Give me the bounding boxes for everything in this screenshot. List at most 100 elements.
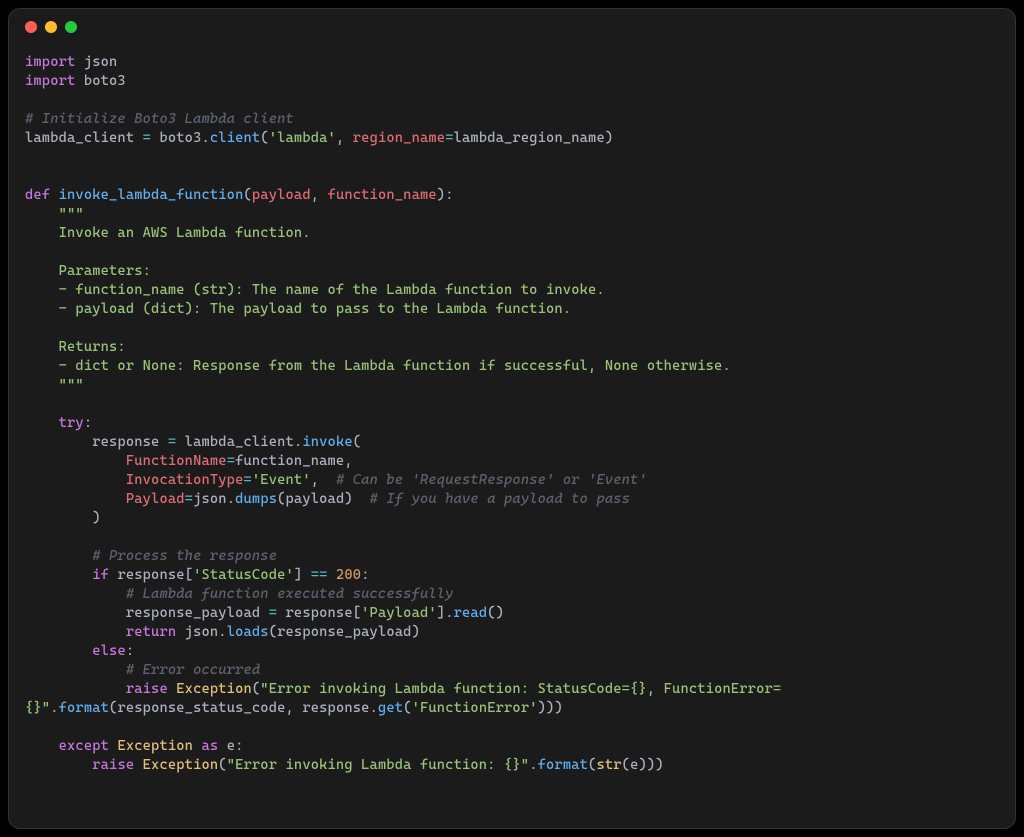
indent: [25, 548, 92, 564]
paren: ))): [638, 757, 663, 773]
ident-json: json: [176, 624, 218, 640]
minimize-icon[interactable]: [45, 21, 57, 33]
comma: ,: [344, 453, 352, 469]
indent: [25, 681, 126, 697]
ident: response: [302, 700, 369, 716]
builtin-str: str: [596, 757, 621, 773]
bracket: ]: [437, 605, 445, 621]
indent: [25, 453, 126, 469]
kwarg-payload: Payload: [126, 491, 185, 507]
code-editor[interactable]: import json import boto3 # Initialize Bo…: [9, 45, 1015, 828]
keyword-if: if: [92, 567, 109, 583]
paren: (: [218, 757, 226, 773]
docstring: - dict or None: Response from the Lambda…: [25, 358, 731, 374]
indent: [25, 757, 92, 773]
ident-boto3: boto3: [151, 130, 201, 146]
keyword-as: as: [201, 738, 218, 754]
function-name: invoke_lambda_function: [50, 187, 243, 203]
space: [328, 567, 336, 583]
colon: :: [235, 738, 243, 754]
op-assign: =: [185, 491, 193, 507]
docstring: """: [25, 206, 84, 222]
indent: [25, 586, 126, 602]
bracket: ]: [294, 567, 311, 583]
paren: ): [344, 491, 369, 507]
param-function-name: function_name: [328, 187, 437, 203]
method-dumps: dumps: [235, 491, 277, 507]
keyword-import: import: [25, 73, 75, 89]
ident: function_name: [235, 453, 344, 469]
kwarg-functionname: FunctionName: [126, 453, 227, 469]
comment: # Lambda function executed successfully: [126, 586, 454, 602]
colon: :: [126, 643, 134, 659]
method-format: format: [59, 700, 109, 716]
comma: ,: [311, 472, 336, 488]
ident: payload: [286, 491, 345, 507]
var-lambda-client: lambda_client: [25, 130, 143, 146]
window-titlebar: [9, 9, 1015, 45]
indent: [25, 605, 126, 621]
indent: [25, 491, 126, 507]
indent: [25, 643, 92, 659]
indent: [25, 472, 126, 488]
method-invoke: invoke: [302, 434, 352, 450]
string-literal: 'lambda': [269, 130, 336, 146]
docstring: - payload (dict): The payload to pass to…: [25, 301, 571, 317]
var: response_payload: [126, 605, 269, 621]
maximize-icon[interactable]: [65, 21, 77, 33]
class-exception: Exception: [134, 757, 218, 773]
number-literal: 200: [336, 567, 361, 583]
keyword-except: except: [59, 738, 109, 754]
kwarg-region-name: region_name: [353, 130, 445, 146]
ident: e: [218, 738, 235, 754]
comma: ,: [311, 187, 328, 203]
paren: (: [269, 624, 277, 640]
op-assign: =: [269, 605, 277, 621]
paren: (: [353, 434, 361, 450]
dot: .: [218, 624, 226, 640]
comment: # Initialize Boto3 Lambda client: [25, 111, 294, 127]
dot: .: [529, 757, 537, 773]
paren: ):: [437, 187, 454, 203]
string-literal: 'StatusCode': [193, 567, 294, 583]
var-response: response: [92, 434, 168, 450]
op-assign: =: [227, 453, 235, 469]
op-assign: =: [244, 472, 252, 488]
colon: :: [361, 567, 369, 583]
docstring: - function_name (str): The name of the L…: [25, 282, 605, 298]
indent: [25, 738, 59, 754]
paren: (: [244, 187, 252, 203]
paren: (: [403, 700, 411, 716]
keyword-import: import: [25, 54, 75, 70]
ident: response: [277, 605, 353, 621]
paren: (: [260, 130, 268, 146]
keyword-raise: raise: [92, 757, 134, 773]
op-assign: =: [445, 130, 453, 146]
colon: :: [84, 415, 92, 431]
ident: lambda_client: [176, 434, 294, 450]
paren: (: [622, 757, 630, 773]
indent: [25, 662, 126, 678]
keyword-else: else: [92, 643, 126, 659]
keyword-try: try: [25, 415, 84, 431]
string-literal: 'Payload': [361, 605, 437, 621]
bracket: [: [353, 605, 361, 621]
method-loads: loads: [227, 624, 269, 640]
op-assign: =: [143, 130, 151, 146]
module-boto3: boto3: [75, 73, 125, 89]
string-literal: "Error invoking Lambda function: {}": [227, 757, 530, 773]
close-icon[interactable]: [25, 21, 37, 33]
keyword-raise: raise: [126, 681, 168, 697]
docstring: Returns:: [25, 339, 126, 355]
ident: response_status_code: [117, 700, 285, 716]
bracket: [: [185, 567, 193, 583]
method-client: client: [210, 130, 260, 146]
string-literal: 'FunctionError': [412, 700, 538, 716]
comment: # Can be 'RequestResponse' or 'Event': [336, 472, 647, 488]
module-json: json: [75, 54, 117, 70]
comma: ,: [286, 700, 303, 716]
docstring: """: [25, 377, 84, 393]
comma: ,: [336, 130, 353, 146]
ident: response_payload: [277, 624, 411, 640]
ident: lambda_region_name: [454, 130, 605, 146]
